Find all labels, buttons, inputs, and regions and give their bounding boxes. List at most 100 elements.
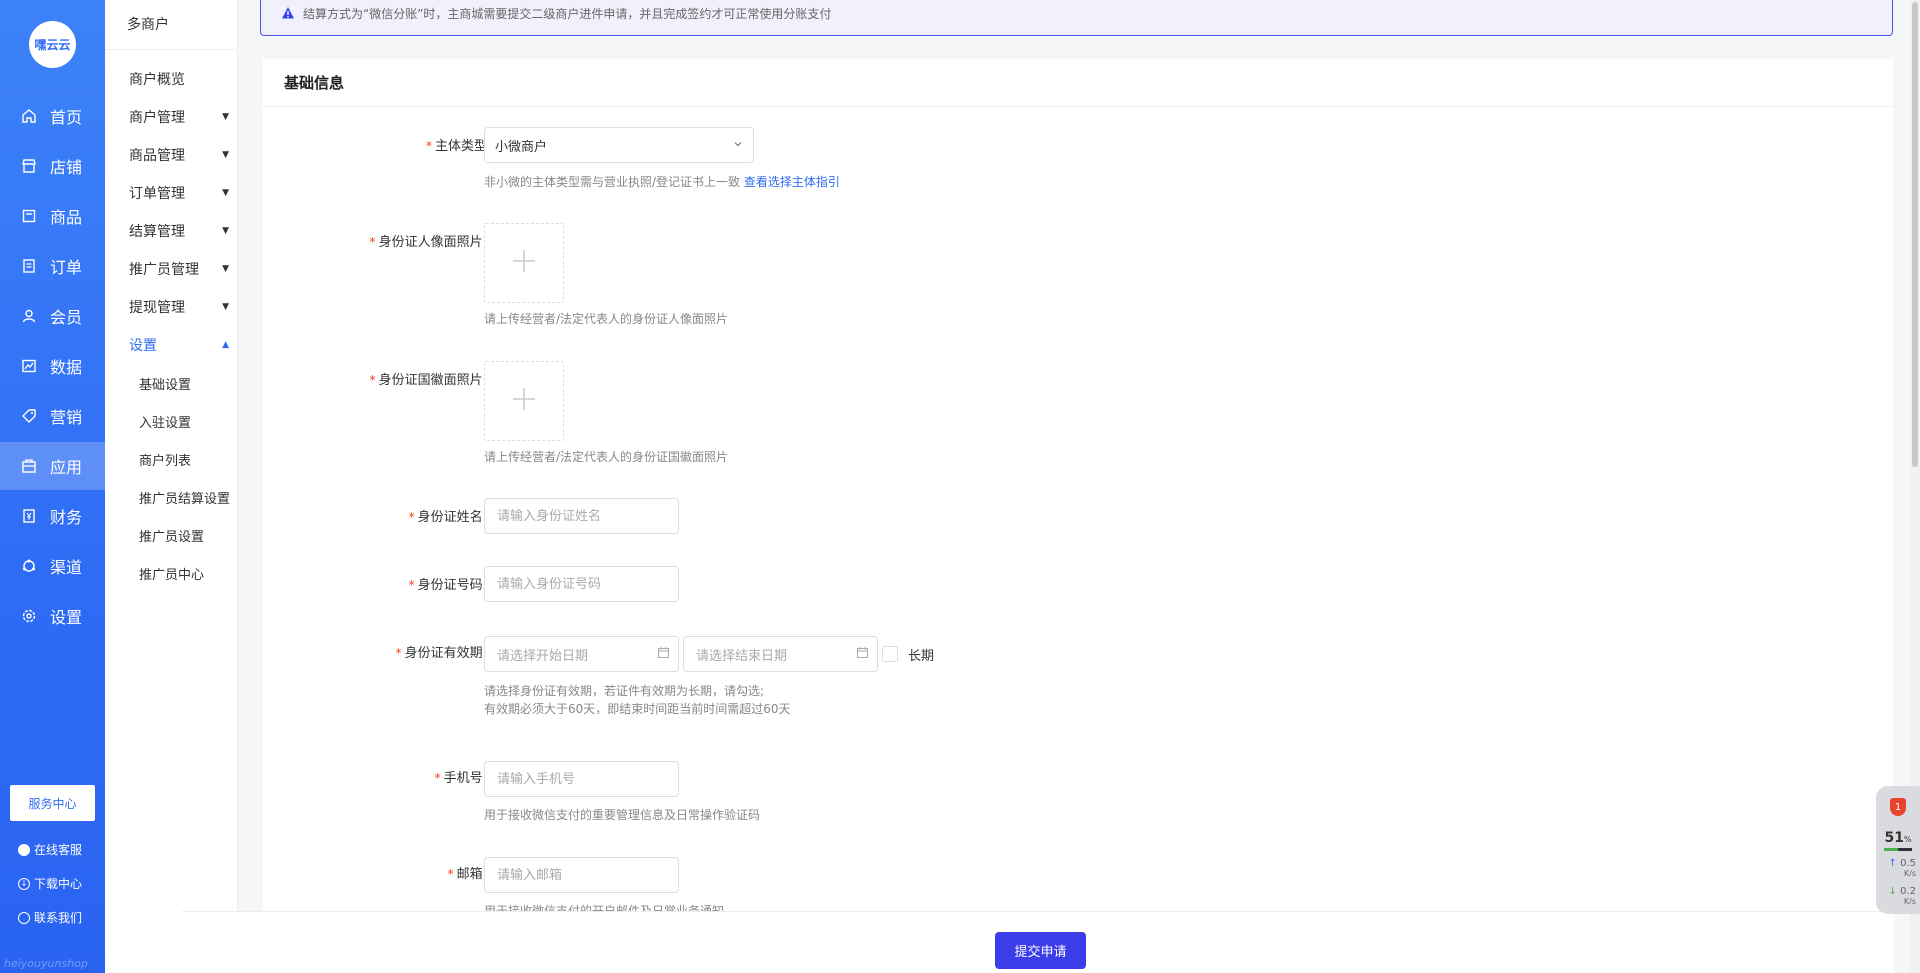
nav-item-data[interactable]: 数据 (0, 342, 105, 390)
nav-item-finance[interactable]: 财务 (0, 492, 105, 540)
required-mark: * (369, 373, 376, 387)
required-mark: * (434, 771, 441, 785)
nav-item-goods[interactable]: 商品 (0, 192, 105, 240)
network-monitor-widget[interactable]: 1 51% ↑ 0.5 K/s ↓ 0.2 K/s (1876, 786, 1920, 914)
caret-up-icon: ▲ (222, 340, 229, 350)
app-icon (20, 457, 38, 475)
scrollbar-thumb[interactable] (1912, 2, 1918, 467)
nav-item-member[interactable]: 会员 (0, 292, 105, 340)
subject-type-select[interactable]: 小微商户 (484, 127, 754, 163)
footer-action-bar: 提交申请 (182, 911, 1894, 973)
download-center-link[interactable]: ↓ 下载中心 (18, 875, 82, 892)
id-name-label: * 身份证姓名: (409, 506, 487, 525)
id-back-upload[interactable] (484, 361, 564, 441)
subject-type-label: * 主体类型 (426, 135, 487, 154)
online-service-label: 在线客服 (34, 843, 83, 857)
caret-down-icon: ▼ (222, 226, 229, 236)
subject-guide-link[interactable]: 查看选择主体指引 (744, 175, 840, 189)
sidebar-subitem-promoter-settings[interactable]: 推广员设置 (139, 520, 204, 550)
nav-item-marketing[interactable]: 营销 (0, 392, 105, 440)
subject-type-value: 小微商户 (495, 139, 548, 155)
online-service-link[interactable]: 在线客服 (18, 841, 82, 858)
required-mark: * (408, 510, 415, 524)
notice-banner: 结算方式为“微信分账”时，主商城需要提交二级商户进件申请，并且完成签约才可正常使… (260, 0, 1893, 36)
id-name-field[interactable] (484, 498, 679, 534)
sidebar-item-promoter-management[interactable]: 推广员管理 ▼ (129, 254, 229, 284)
settings-icon (20, 607, 38, 625)
sidebar-item-settings[interactable]: 设置 ▲ (129, 330, 229, 360)
email-input[interactable] (497, 867, 666, 883)
id-number-label: * 身份证号码: (409, 574, 487, 593)
sidebar-item-merchant-overview[interactable]: 商户概览 (129, 64, 229, 94)
nav-item-home[interactable]: 首页 (0, 92, 105, 140)
sidebar-item-merchant-management[interactable]: 商户管理 ▼ (129, 102, 229, 132)
nav-item-store[interactable]: 店铺 (0, 142, 105, 190)
service-center-button[interactable]: 服务中心 (10, 785, 95, 821)
cpu-percent: 51% (1880, 830, 1916, 846)
id-back-hint: 请上传经营者/法定代表人的身份证国徽面照片 (484, 450, 729, 464)
sidebar-subitem-basic-settings[interactable]: 基础设置 (139, 368, 191, 398)
required-mark: * (408, 578, 415, 592)
sidebar-item-label: 提现管理 (129, 300, 185, 316)
id-front-upload[interactable] (484, 223, 564, 303)
phone-label: * 手机号: (435, 767, 487, 786)
shield-icon: 1 (1890, 798, 1906, 816)
form-card: 基础信息 * 主体类型 小微商户 非小微的主体类型需与营业执照/登记证书上一致 查… (263, 59, 1893, 973)
email-field[interactable] (484, 857, 679, 893)
nav-item-apps[interactable]: 应用 (0, 442, 105, 490)
secondary-sidebar-title: 多商户 (127, 17, 169, 33)
sidebar-item-label: 设置 (129, 338, 157, 354)
nav-item-label: 营销 (50, 408, 83, 427)
goods-icon (20, 207, 38, 225)
tag-icon (20, 407, 38, 425)
nav-item-label: 应用 (50, 458, 83, 477)
nav-item-label: 财务 (50, 508, 83, 527)
phone-field[interactable] (484, 761, 679, 797)
submit-application-button[interactable]: 提交申请 (995, 932, 1086, 969)
label-text: 身份证人像面照片: (378, 235, 487, 250)
sidebar-item-label: 商户概览 (129, 72, 185, 88)
contact-icon (18, 911, 30, 924)
nav-item-order[interactable]: 订单 (0, 242, 105, 290)
sidebar-subitem-merchant-list[interactable]: 商户列表 (139, 444, 191, 474)
nav-item-channel[interactable]: 渠道 (0, 542, 105, 590)
sidebar-item-label: 推广员管理 (129, 262, 199, 278)
home-icon (20, 107, 38, 125)
start-date-picker[interactable]: 请选择开始日期 (484, 636, 679, 672)
sidebar-subitem-promoter-settlement-settings[interactable]: 推广员结算设置 (139, 482, 230, 512)
end-date-placeholder: 请选择结束日期 (696, 648, 788, 664)
upload-unit: K/s (1903, 869, 1916, 878)
required-mark: * (395, 646, 402, 660)
chevron-down-icon (733, 138, 743, 153)
nav-item-label: 会员 (50, 308, 83, 327)
upload-speed: ↑ 0.5 K/s (1880, 859, 1916, 879)
sidebar-item-settlement-management[interactable]: 结算管理 ▼ (129, 216, 229, 246)
sidebar-subitem-promoter-center[interactable]: 推广员中心 (139, 558, 204, 588)
contact-us-link[interactable]: 联系我们 (18, 909, 82, 926)
store-icon (20, 157, 38, 175)
nav-item-settings[interactable]: 设置 (0, 592, 105, 640)
phone-hint: 用于接收微信支付的重要管理信息及日常操作验证码 (484, 808, 761, 822)
data-icon (20, 357, 38, 375)
secondary-sidebar: 多商户 商户概览 商户管理 ▼ 商品管理 ▼ 订单管理 ▼ 结算管理 ▼ 推广员管理 ▼ … (105, 0, 238, 973)
id-validity-hint-2: 有效期必须大于60天，即结束时间距当前时间需超过60天 (484, 702, 791, 716)
finance-icon (20, 507, 38, 525)
sidebar-item-withdraw-management[interactable]: 提现管理 ▼ (129, 292, 229, 322)
label-text: 身份证姓名: (417, 510, 487, 525)
id-validity-hint-1: 请选择身份证有效期，若证件有效期为长期，请勾选; (484, 684, 765, 698)
sidebar-item-goods-management[interactable]: 商品管理 ▼ (129, 140, 229, 170)
brand-logo[interactable]: 嘿云云 (29, 21, 76, 68)
id-name-input[interactable] (497, 508, 666, 524)
id-number-input[interactable] (497, 576, 666, 592)
long-term-checkbox[interactable] (882, 646, 898, 662)
sidebar-item-order-management[interactable]: 订单管理 ▼ (129, 178, 229, 208)
phone-input[interactable] (497, 771, 666, 787)
download-arrow-icon: ↓ (1888, 886, 1897, 897)
usage-bar (1884, 848, 1912, 851)
caret-down-icon: ▼ (222, 188, 229, 198)
end-date-picker[interactable]: 请选择结束日期 (683, 636, 878, 672)
sidebar-subitem-onboarding-settings[interactable]: 入驻设置 (139, 406, 191, 436)
hint-text: 非小微的主体类型需与营业执照/登记证书上一致 (484, 175, 741, 189)
warning-icon (281, 6, 295, 20)
id-number-field[interactable] (484, 566, 679, 602)
